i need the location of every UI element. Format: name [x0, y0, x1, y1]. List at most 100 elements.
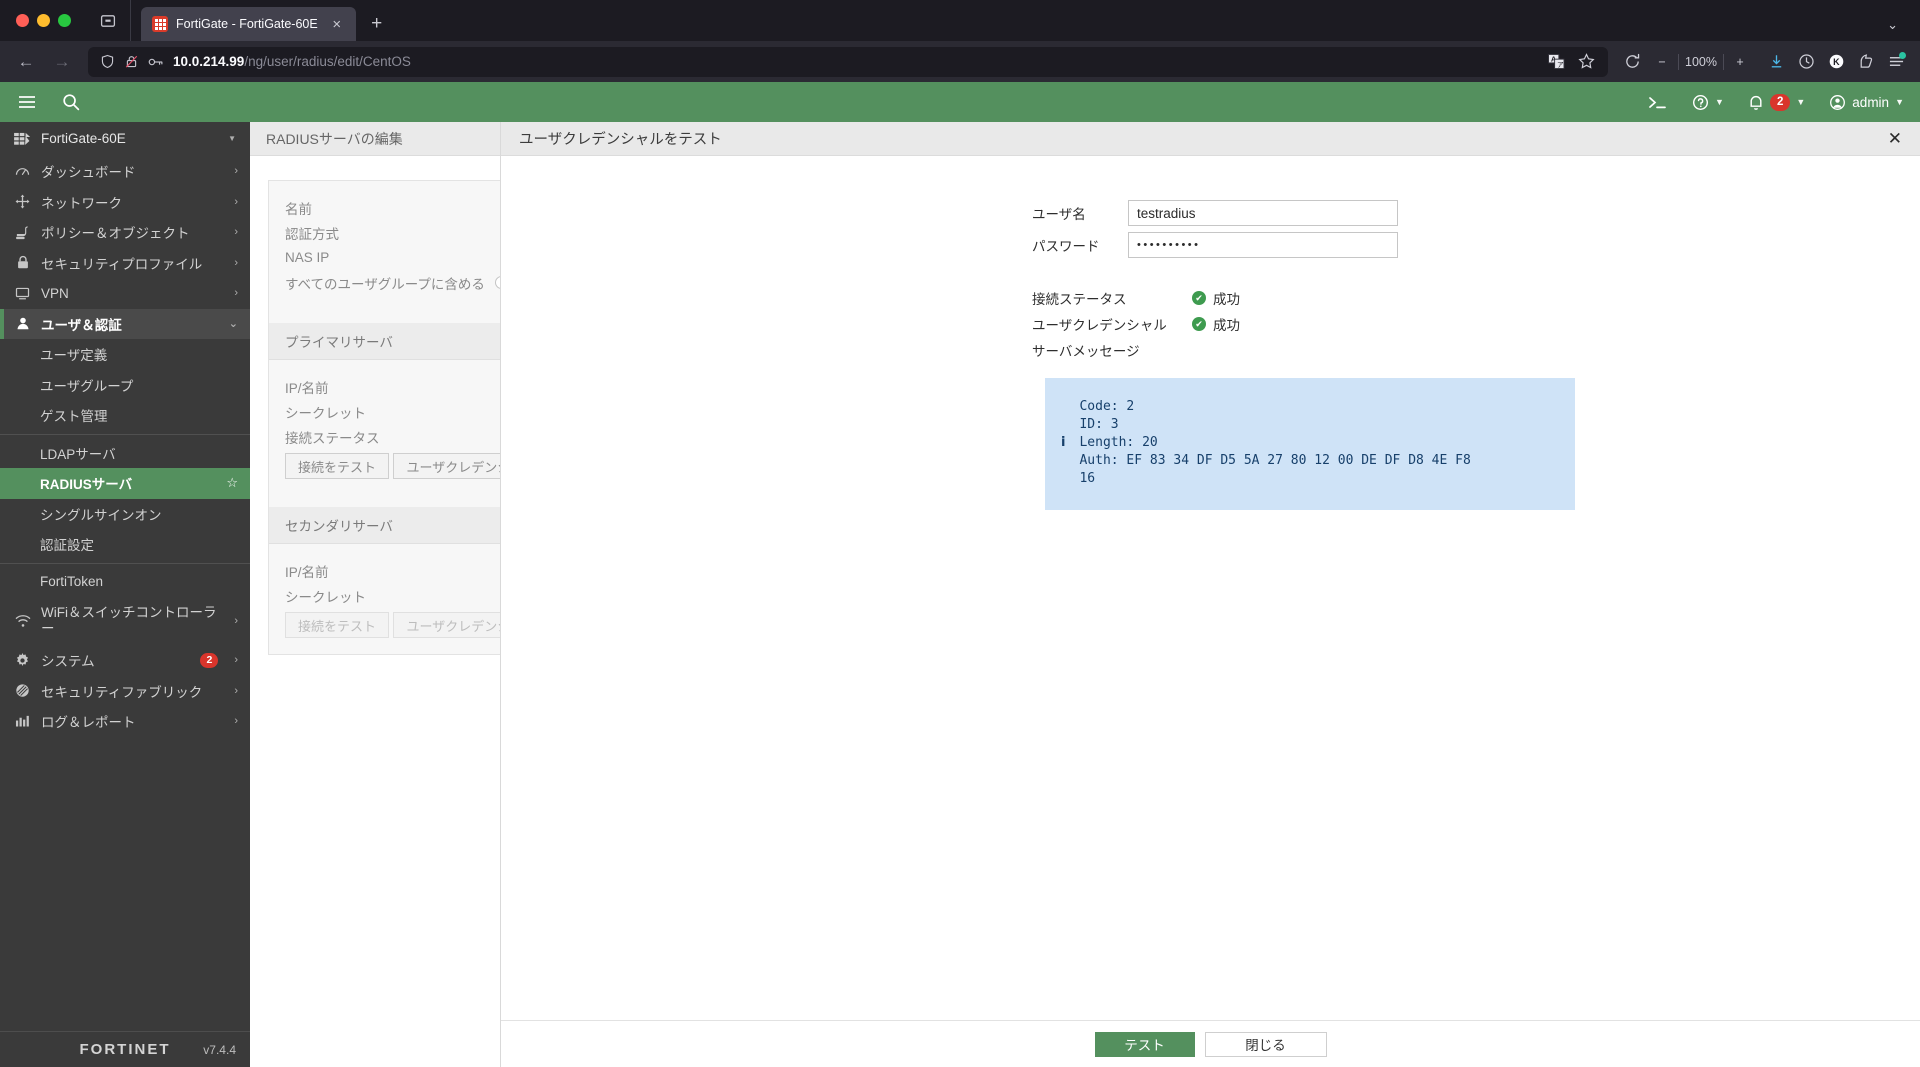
sidebar-divider [0, 562, 250, 564]
sidebar-item-label: WiFi＆スイッチコントローラー [41, 605, 217, 636]
sidebar-item-dashboard[interactable]: ダッシュボード › [0, 156, 250, 187]
browser-window: FortiGate - FortiGate-60E × + ⌄ ← → 10.0… [0, 0, 1920, 1067]
list-all-tabs-icon[interactable] [85, 0, 131, 41]
info-icon: i [1061, 435, 1066, 450]
menu-icon[interactable] [18, 95, 36, 109]
zoom-controls[interactable]: − 100% + [1648, 49, 1754, 75]
sidebar-item-log-report[interactable]: ログ＆レポート › [0, 706, 250, 737]
back-button[interactable]: ← [10, 47, 42, 77]
zoom-level[interactable]: 100% [1681, 55, 1721, 69]
password-row: パスワード •••••••••• [501, 232, 1920, 258]
sidebar-item-fortitoken[interactable]: FortiToken [0, 567, 250, 598]
zoom-in-button[interactable]: + [1726, 49, 1754, 75]
address-bar[interactable]: 10.0.214.99/ng/user/radius/edit/CentOS A… [88, 46, 1609, 77]
sidebar-item-auth-settings[interactable]: 認証設定 [0, 529, 250, 560]
sidebar-item-vpn[interactable]: VPN › [0, 278, 250, 309]
alerts-menu[interactable]: 2 ▼ [1748, 93, 1805, 111]
chevron-right-icon: › [234, 165, 238, 178]
user-icon [14, 316, 31, 331]
password-input[interactable]: •••••••••• [1128, 232, 1398, 258]
minimize-window-button[interactable] [37, 14, 50, 27]
firmware-version: v7.4.4 [203, 1042, 236, 1057]
cli-console-icon[interactable] [1648, 95, 1668, 110]
server-message-label: サーバメッセージ [1032, 344, 1140, 359]
test-button[interactable]: テスト [1094, 1031, 1195, 1057]
window-controls[interactable] [10, 0, 85, 41]
server-message-text: Code: 2 ID: 3 Length: 20 Auth: EF 83 34 … [1079, 399, 1471, 486]
close-tab-button[interactable]: × [326, 13, 348, 35]
sidebar-item-label: ユーザ＆認証 [41, 317, 122, 333]
star-icon[interactable] [1572, 49, 1600, 75]
fortinet-logo-text: FORTINET [79, 1041, 171, 1058]
reload-icon[interactable] [1618, 49, 1646, 75]
broken-lock-icon[interactable] [124, 54, 139, 69]
chevron-right-icon: › [234, 226, 238, 239]
user-menu[interactable]: admin ▼ [1829, 94, 1904, 111]
sidebar-item-wifi-switch-controller[interactable]: WiFi＆スイッチコントローラー › [0, 597, 250, 645]
sidebar-item-system[interactable]: システム 2 › [0, 645, 250, 676]
field-label: すべてのユーザグループに含める [285, 276, 485, 292]
chevron-down-icon: ▼ [1715, 97, 1724, 107]
sidebar-item-single-sign-on[interactable]: シングルサインオン [0, 499, 250, 530]
chevron-down-icon: ⌄ [228, 318, 238, 331]
sidebar-item-security-profiles[interactable]: セキュリティプロファイル › [0, 248, 250, 279]
sidebar-item-policy-objects[interactable]: ポリシー＆オブジェクト › [0, 217, 250, 248]
wifi-icon [14, 614, 31, 628]
sidebar-item-label: ログ＆レポート [41, 715, 136, 731]
forward-button[interactable]: → [46, 47, 78, 77]
favorite-star-icon[interactable]: ☆ [226, 475, 238, 491]
system-alert-badge: 2 [200, 652, 219, 668]
username-input[interactable]: testradius [1128, 200, 1398, 226]
field-label: 認証方式 [285, 226, 339, 242]
download-icon[interactable] [1762, 49, 1790, 75]
device-selector[interactable]: FortiGate-60E ▼ [0, 122, 250, 156]
field-label: NAS IP [285, 250, 330, 265]
alerts-count-badge: 2 [1769, 93, 1791, 111]
sidebar-item-label: 認証設定 [40, 538, 94, 554]
zoom-out-button[interactable]: − [1648, 49, 1676, 75]
sidebar-item-label: ゲスト管理 [40, 409, 108, 425]
sidebar-item-user-definition[interactable]: ユーザ定義 [0, 339, 250, 370]
sidebar-item-network[interactable]: ネットワーク › [0, 187, 250, 218]
sidebar-item-user-authentication[interactable]: ユーザ＆認証 ⌄ [0, 308, 250, 339]
maximize-window-button[interactable] [58, 14, 71, 27]
connection-status-label: 接続ステータス [1032, 292, 1127, 307]
sidebar-item-label: VPN [41, 285, 69, 301]
browser-toolbar: ← → 10.0.214.99/ng/user/radius/edit/Cent… [0, 41, 1920, 82]
close-button[interactable]: 閉じる [1204, 1031, 1327, 1057]
gear-icon [14, 652, 31, 668]
browser-tab[interactable]: FortiGate - FortiGate-60E × [141, 7, 356, 41]
menu-update-dot [1899, 51, 1906, 59]
sidebar-item-guest-management[interactable]: ゲスト管理 [0, 400, 250, 431]
sidebar-item-ldap-servers[interactable]: LDAPサーバ [0, 438, 250, 469]
translate-icon[interactable]: A ア [1542, 49, 1570, 75]
clock-icon[interactable] [1792, 49, 1820, 75]
app-header-actions: ▼ 2 ▼ admin ▼ [1648, 93, 1904, 111]
credentials-status-row: ユーザクレデンシャル ✔ 成功 [501, 314, 1920, 334]
fortinet-logo: FORTINET [80, 1041, 171, 1058]
close-icon[interactable]: ✕ [1888, 130, 1902, 147]
svg-text:ア: ア [1556, 61, 1563, 69]
hamburger-menu-icon[interactable] [1882, 49, 1910, 75]
sidebar-item-radius-servers[interactable]: RADIUSサーバ ☆ [0, 468, 250, 499]
extension-icon[interactable] [1852, 49, 1880, 75]
k-account-icon[interactable]: K [1822, 49, 1850, 75]
shield-icon[interactable] [100, 54, 115, 69]
sidebar-item-security-fabric[interactable]: セキュリティファブリック › [0, 676, 250, 707]
sidebar-item-user-groups[interactable]: ユーザグループ [0, 370, 250, 401]
sidebar-item-label: セキュリティファブリック [41, 684, 203, 700]
close-window-button[interactable] [16, 14, 29, 27]
key-icon[interactable] [148, 55, 164, 69]
monitor-icon [14, 286, 31, 301]
chevron-down-icon[interactable]: ⌄ [1887, 17, 1920, 41]
search-icon[interactable] [62, 93, 80, 111]
success-check-icon: ✔ [1192, 317, 1206, 331]
new-tab-button[interactable]: + [366, 13, 388, 35]
status-block: 接続ステータス ✔ 成功 ユーザクレデンシャル ✔ 成功 サーバメッセージ [501, 288, 1920, 360]
help-menu[interactable]: ▼ [1692, 94, 1724, 111]
tab-strip: FortiGate - FortiGate-60E × + ⌄ [0, 0, 1920, 41]
test-connectivity-button[interactable]: 接続をテスト [285, 453, 390, 479]
fortigate-app: ▼ 2 ▼ admin ▼ FortiGate-60E ▼ ダッシュボード › … [0, 82, 1920, 1067]
sidebar-item-label: システム [41, 654, 95, 670]
sidebar-item-label: ポリシー＆オブジェクト [41, 226, 190, 242]
